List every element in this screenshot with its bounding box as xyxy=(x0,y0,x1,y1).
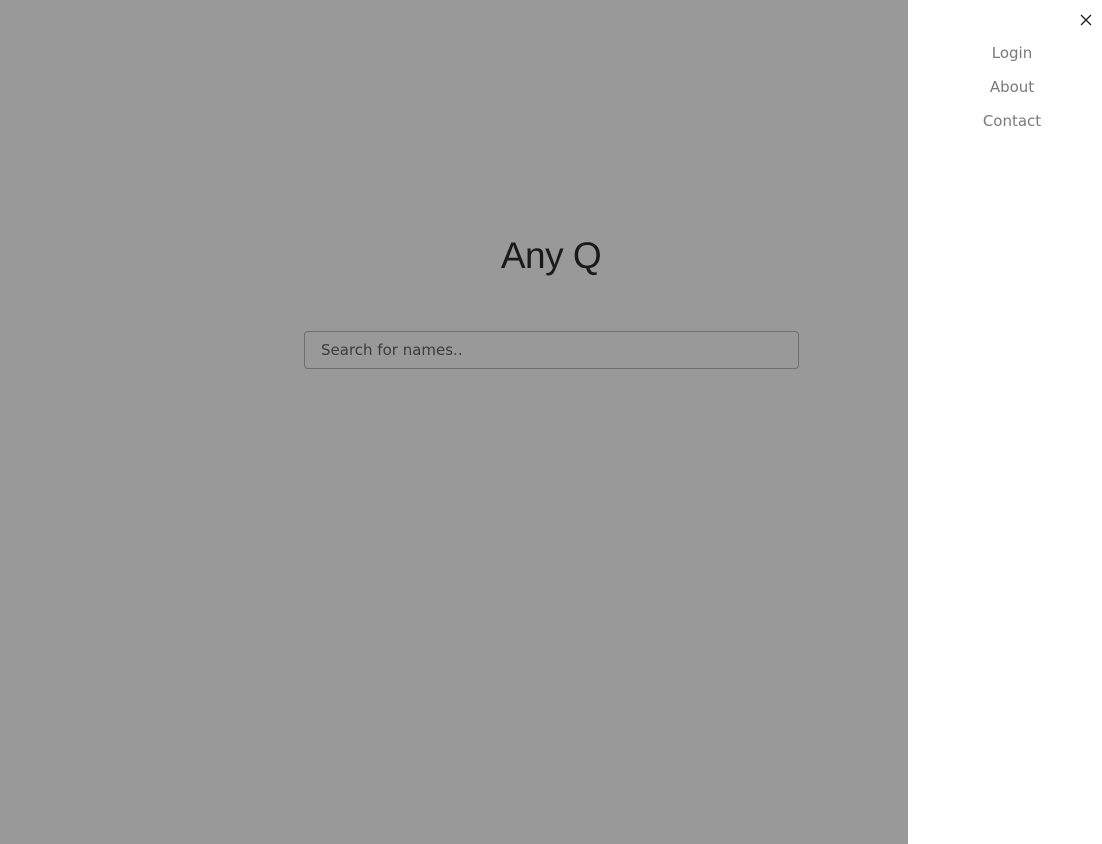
drawer-nav: Login About Contact xyxy=(908,40,1102,142)
close-button[interactable] xyxy=(1075,9,1097,31)
side-drawer: Login About Contact xyxy=(908,0,1102,844)
page: Any Q Login About Contact xyxy=(0,0,1102,844)
search-input[interactable] xyxy=(304,331,799,369)
close-icon xyxy=(1080,14,1092,26)
nav-login-link[interactable]: Login xyxy=(908,40,1102,74)
nav-contact-link[interactable]: Contact xyxy=(908,108,1102,142)
nav-about-link[interactable]: About xyxy=(908,74,1102,108)
